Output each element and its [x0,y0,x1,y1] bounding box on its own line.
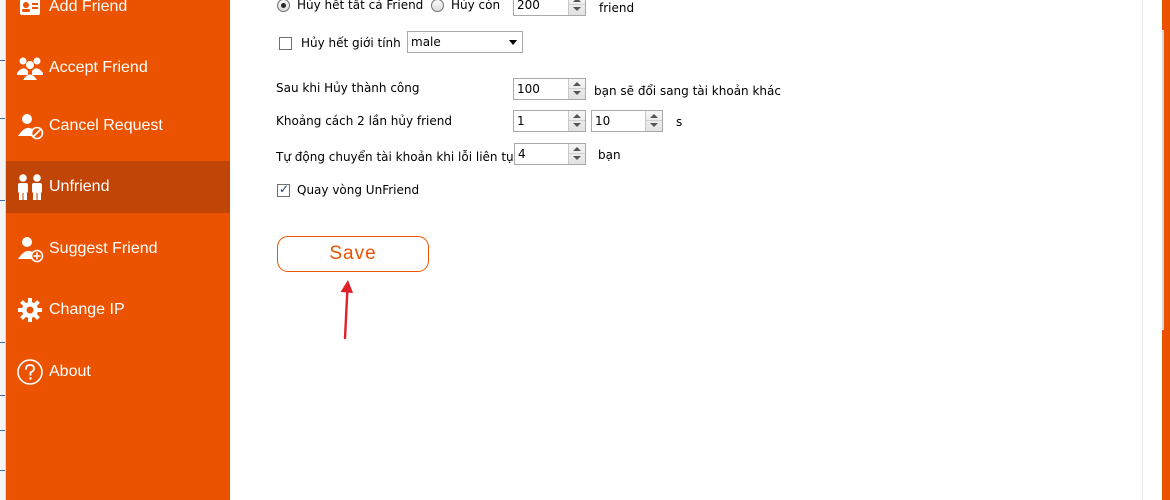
users-pair-icon [13,172,47,202]
auto-switch-label: Tự động chuyển tài khoản khi lỗi liên tụ… [276,150,521,164]
auto-switch-stepper[interactable]: 4 [514,143,586,165]
window-right-edge [1162,0,1170,500]
sidebar: Add Friend Accept Friend Cancel Request … [6,0,230,500]
spin-buttons[interactable] [568,0,585,15]
user-add-icon [13,234,47,264]
chevron-down-icon [509,40,517,45]
keep-count-stepper[interactable]: 200 [513,0,586,16]
spin-buttons[interactable] [568,111,585,131]
sidebar-item-label: Cancel Request [49,117,163,134]
sidebar-item-add-friend[interactable]: Add Friend [6,0,230,33]
question-circle-icon [13,357,47,387]
sidebar-item-accept-friend[interactable]: Accept Friend [6,42,230,94]
auto-switch-unit: bạn [598,148,621,162]
spin-buttons[interactable] [568,79,585,99]
sidebar-item-label: Accept Friend [49,59,148,76]
window-background [1142,0,1162,500]
save-button[interactable]: Save [277,236,429,272]
sidebar-item-change-ip[interactable]: Change IP [6,284,230,336]
sidebar-item-label: About [49,363,91,380]
spin-buttons[interactable] [568,144,585,164]
sidebar-item-unfriend[interactable]: Unfriend [6,161,230,213]
sidebar-item-label: Unfriend [49,178,110,195]
interval-unit-label: s [676,115,683,129]
switch-after-value: 100 [517,82,540,96]
keep-count-value: 200 [517,0,540,12]
interval-max-stepper[interactable]: 10 [591,110,663,132]
mode-all-label: Hủy hết tất cả Friend [297,0,424,12]
sidebar-item-label: Suggest Friend [49,240,158,257]
interval-min-value: 1 [517,114,525,128]
sidebar-item-cancel-request[interactable]: Cancel Request [6,100,230,152]
interval-max-value: 10 [595,114,611,128]
switch-after-label: Sau khi Hủy thành công [276,81,420,95]
user-cancel-icon [13,111,47,141]
switch-after-stepper[interactable]: 100 [513,78,586,100]
sidebar-item-about[interactable]: About [6,346,230,398]
sidebar-item-label: Add Friend [49,0,128,15]
annotation-arrow-icon [340,280,353,340]
gender-checkbox[interactable] [279,37,292,50]
gender-select-value: male [411,35,441,49]
auto-switch-value: 4 [518,147,526,161]
address-card-icon [13,0,47,22]
interval-label: Khoảng cách 2 lần hủy friend [276,114,452,128]
gender-checkbox-label: Hủy hết giới tính [301,36,401,50]
loop-unfriend-label: Quay vòng UnFriend [297,183,420,197]
sidebar-item-suggest-friend[interactable]: Suggest Friend [6,223,230,275]
gear-icon [13,295,47,325]
spin-buttons[interactable] [645,111,662,131]
loop-unfriend-checkbox[interactable] [277,182,290,197]
mode-keep-label: Hủy còn [451,0,501,12]
switch-after-suffix: bạn sẽ đổi sang tài khoản khác [594,84,781,98]
users-group-icon [13,53,47,83]
gender-select[interactable]: male [407,31,523,53]
interval-min-stepper[interactable]: 1 [513,110,586,132]
keep-unit-label: friend [599,1,635,15]
sidebar-item-label: Change IP [49,301,125,318]
